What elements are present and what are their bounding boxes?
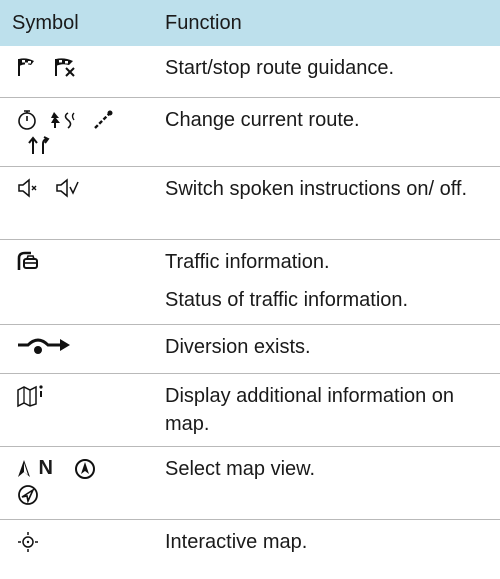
route-sign-icon — [94, 110, 113, 129]
diversion-icon — [18, 338, 70, 354]
header-function: Function — [165, 11, 242, 34]
compass-icon — [75, 459, 96, 479]
interactive-map-icon — [18, 532, 38, 552]
function-text: Switch spoken instructions on/ off. — [165, 178, 468, 200]
map-info-icon — [17, 385, 43, 408]
function-text: Interactive map. — [165, 531, 308, 553]
symbol-cell — [0, 46, 165, 97]
symbol-cell — [0, 167, 165, 239]
table-row: Start/stop route guidance. — [0, 46, 500, 97]
flag-start-icon — [18, 58, 34, 76]
symbol-cell — [0, 240, 165, 324]
symbol-cell — [0, 374, 165, 446]
function-text: Start/stop route guidance. — [165, 57, 395, 79]
header-symbol: Symbol — [12, 11, 79, 34]
table-row: Switch spoken instructions on/ off. — [0, 166, 500, 239]
heading-icon — [18, 485, 38, 505]
symbol-table: Symbol Function Start/stop route guidanc… — [0, 0, 500, 571]
scenic-route-icon — [51, 112, 76, 129]
stopwatch-icon — [18, 110, 36, 130]
lanes-icon — [28, 136, 50, 154]
function-text: Traffic information. — [165, 251, 330, 273]
speaker-off-icon — [18, 178, 37, 198]
table-row: Diversion exists. — [0, 324, 500, 373]
function-text: Display additional information on map. — [165, 385, 455, 435]
traffic-info-icon — [17, 251, 38, 270]
symbol-cell: N — [0, 447, 165, 519]
table-row: Change current route. — [0, 97, 500, 166]
table-row: N Select map view. — [0, 446, 500, 519]
table-header: Symbol Function — [0, 0, 500, 46]
north-label: N — [38, 457, 53, 479]
table-row: Traffic information. Status of traffic i… — [0, 239, 500, 324]
function-text: Diversion exists. — [165, 336, 311, 358]
function-text-secondary: Status of traffic information. — [165, 289, 409, 311]
speaker-on-icon — [56, 178, 80, 198]
north-up-icon — [18, 460, 30, 477]
symbol-cell — [0, 520, 165, 571]
symbol-cell — [0, 98, 165, 166]
symbol-cell — [0, 325, 165, 373]
table-row: Display additional information on map. — [0, 373, 500, 446]
table-row: Interactive map. — [0, 519, 500, 571]
function-text: Select map view. — [165, 458, 316, 480]
flag-stop-icon — [55, 58, 76, 77]
function-text: Change current route. — [165, 109, 360, 131]
